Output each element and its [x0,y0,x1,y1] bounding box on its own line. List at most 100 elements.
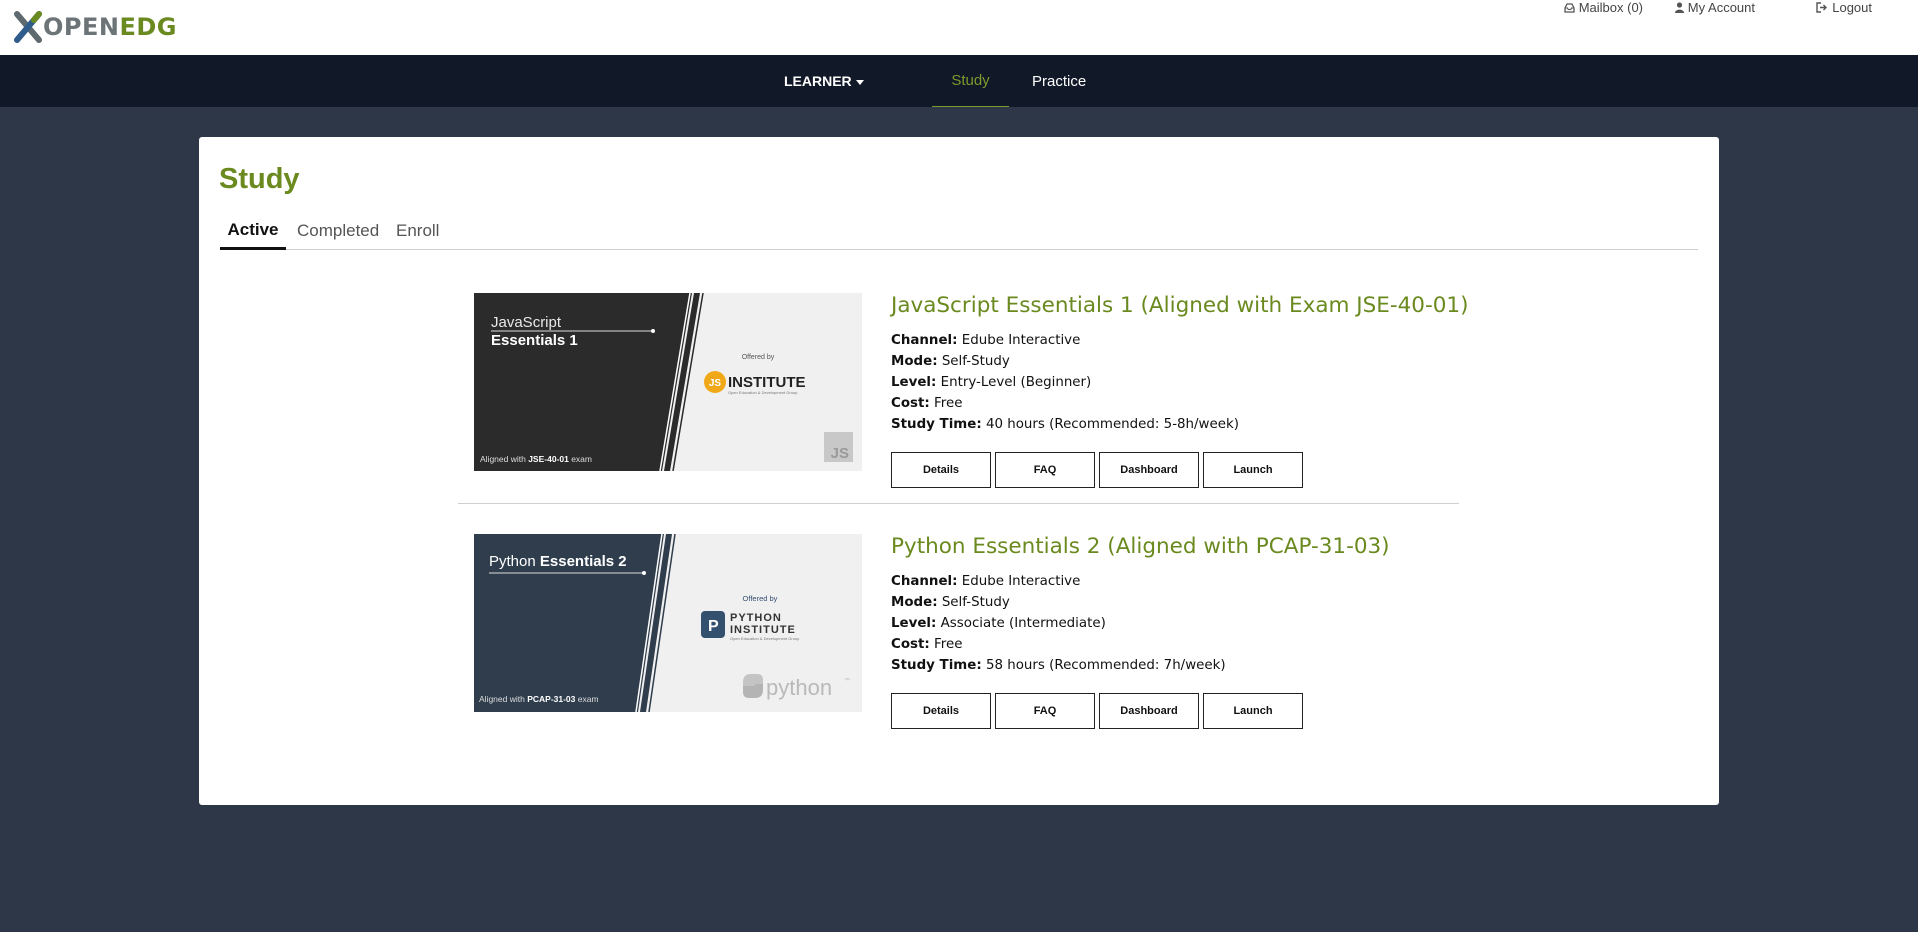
meta-cost-label: Cost: [891,396,930,411]
python-logo-icon [743,674,763,698]
logo-open: OPEN [43,13,120,41]
meta-channel: Channel: Edube Interactive [891,330,1239,351]
thumb-corner-js: JS [831,445,849,462]
meta-study-time-label: Study Time: [891,658,982,673]
thumb-exam-code: JSE-40-01 [528,454,569,464]
meta-channel: Channel: Edube Interactive [891,571,1226,592]
meta-cost-value: Free [934,637,963,652]
study-card: Study Active Completed Enroll JavaScript… [199,137,1719,805]
meta-mode: Mode: Self-Study [891,592,1226,613]
mailbox-label: Mailbox (0) [1578,0,1643,15]
meta-study-time: Study Time: 40 hours (Recommended: 5-8h/… [891,414,1239,435]
logo-edg: EDG [119,13,177,41]
thumb-aligned-prefix: Aligned with [479,694,527,704]
logout-link[interactable]: Logout [1816,0,1872,15]
meta-mode-label: Mode: [891,595,938,610]
meta-level: Level: Associate (Intermediate) [891,613,1226,634]
main-nav: LEARNER Study Practice [0,55,1918,107]
meta-channel-label: Channel: [891,333,958,348]
thumb-badge: JS [709,378,722,389]
course-divider [458,503,1459,504]
details-button[interactable]: Details [891,452,991,488]
meta-mode-value: Self-Study [941,595,1010,610]
nav-practice[interactable]: Practice [1032,55,1086,107]
thumb-line2: Essentials 2 [540,553,627,570]
thumb-aligned-text: Aligned with PCAP-31-03 exam [479,694,599,704]
course-meta: Channel: Edube Interactive Mode: Self-St… [891,571,1226,676]
learner-dropdown[interactable]: LEARNER [784,55,864,107]
thumb-aligned-suffix: exam [575,694,598,704]
meta-level: Level: Entry-Level (Beginner) [891,372,1239,393]
launch-button[interactable]: Launch [1203,693,1303,729]
thumb-python-word: python [766,675,832,700]
tab-completed[interactable]: Completed [297,212,379,250]
learner-label: LEARNER [784,73,852,89]
course-title[interactable]: JavaScript Essentials 1 (Aligned with Ex… [891,293,1468,318]
meta-level-label: Level: [891,375,937,390]
course-title[interactable]: Python Essentials 2 (Aligned with PCAP-3… [891,534,1390,559]
course-thumbnail[interactable]: Python Essentials 2 Aligned with PCAP-31… [474,534,862,712]
thumb-institute-l2: INSTITUTE [730,624,796,636]
meta-study-time-value: 40 hours (Recommended: 5-8h/week) [985,417,1239,432]
thumb-aligned-text: Aligned with JSE-40-01 exam [480,454,592,464]
openedg-logo[interactable]: OPENEDG [14,10,177,44]
python-institute-badge-letter: P [708,618,719,635]
caret-down-icon [855,79,864,85]
study-tabs: Active Completed Enroll [220,212,1698,250]
logout-label: Logout [1832,0,1872,15]
mailbox-link[interactable]: Mailbox (0) [1564,0,1643,15]
meta-study-time: Study Time: 58 hours (Recommended: 7h/we… [891,655,1226,676]
meta-study-time-value: 58 hours (Recommended: 7h/week) [985,658,1226,673]
meta-channel-value: Edube Interactive [961,333,1081,348]
meta-level-value: Entry-Level (Beginner) [940,375,1092,390]
nav-study[interactable]: Study [932,55,1009,107]
meta-mode-value: Self-Study [941,354,1010,369]
thumb-aligned-prefix: Aligned with [480,454,528,464]
dashboard-button[interactable]: Dashboard [1099,693,1199,729]
thumb-title: Python Essentials 2 [489,553,627,570]
logo-wordmark: OPENEDG [43,13,177,41]
tab-active[interactable]: Active [220,212,286,250]
thumb-institute-sub: Open Education & Development Group [730,636,800,641]
thumb-offered-by: Offered by [742,354,775,361]
faq-button[interactable]: FAQ [995,452,1095,488]
launch-button[interactable]: Launch [1203,452,1303,488]
meta-channel-value: Edube Interactive [961,574,1081,589]
my-account-label: My Account [1687,0,1755,15]
thumb-line1: Python [489,553,536,570]
thumb-line1: JavaScript [491,314,562,331]
meta-level-label: Level: [891,616,937,631]
meta-cost-value: Free [934,396,963,411]
thumb-python-tm: ™ [844,677,850,684]
page-title: Study [219,163,300,195]
meta-level-value: Associate (Intermediate) [940,616,1106,631]
course-actions: Details FAQ Dashboard Launch [891,693,1307,729]
tab-enroll[interactable]: Enroll [396,212,439,250]
dashboard-button[interactable]: Dashboard [1099,452,1199,488]
faq-button[interactable]: FAQ [995,693,1095,729]
thumb-exam-code: PCAP-31-03 [527,694,575,704]
top-bar: OPENEDG Mailbox (0) My Account Logout [0,0,1918,55]
meta-channel-label: Channel: [891,574,958,589]
openedg-logo-icon [14,11,42,43]
details-button[interactable]: Details [891,693,991,729]
course-actions: Details FAQ Dashboard Launch [891,452,1307,488]
meta-cost-label: Cost: [891,637,930,652]
meta-mode-label: Mode: [891,354,938,369]
logout-icon [1816,2,1828,13]
thumb-institute-sub: Open Education & Development Group [728,390,798,395]
thumb-institute: INSTITUTE [728,374,806,391]
my-account-link[interactable]: My Account [1674,0,1755,15]
meta-study-time-label: Study Time: [891,417,982,432]
thumb-institute-l1: PYTHON [730,612,782,624]
user-icon [1674,2,1684,13]
course-meta: Channel: Edube Interactive Mode: Self-St… [891,330,1239,435]
meta-cost: Cost: Free [891,634,1226,655]
thumb-line2: Essentials 1 [491,332,578,349]
thumb-offered-by: Offered by [743,594,778,603]
thumb-aligned-suffix: exam [569,454,592,464]
course-thumbnail[interactable]: JavaScript Essentials 1 Aligned with JSE… [474,293,862,471]
meta-mode: Mode: Self-Study [891,351,1239,372]
meta-cost: Cost: Free [891,393,1239,414]
inbox-icon [1564,2,1575,13]
